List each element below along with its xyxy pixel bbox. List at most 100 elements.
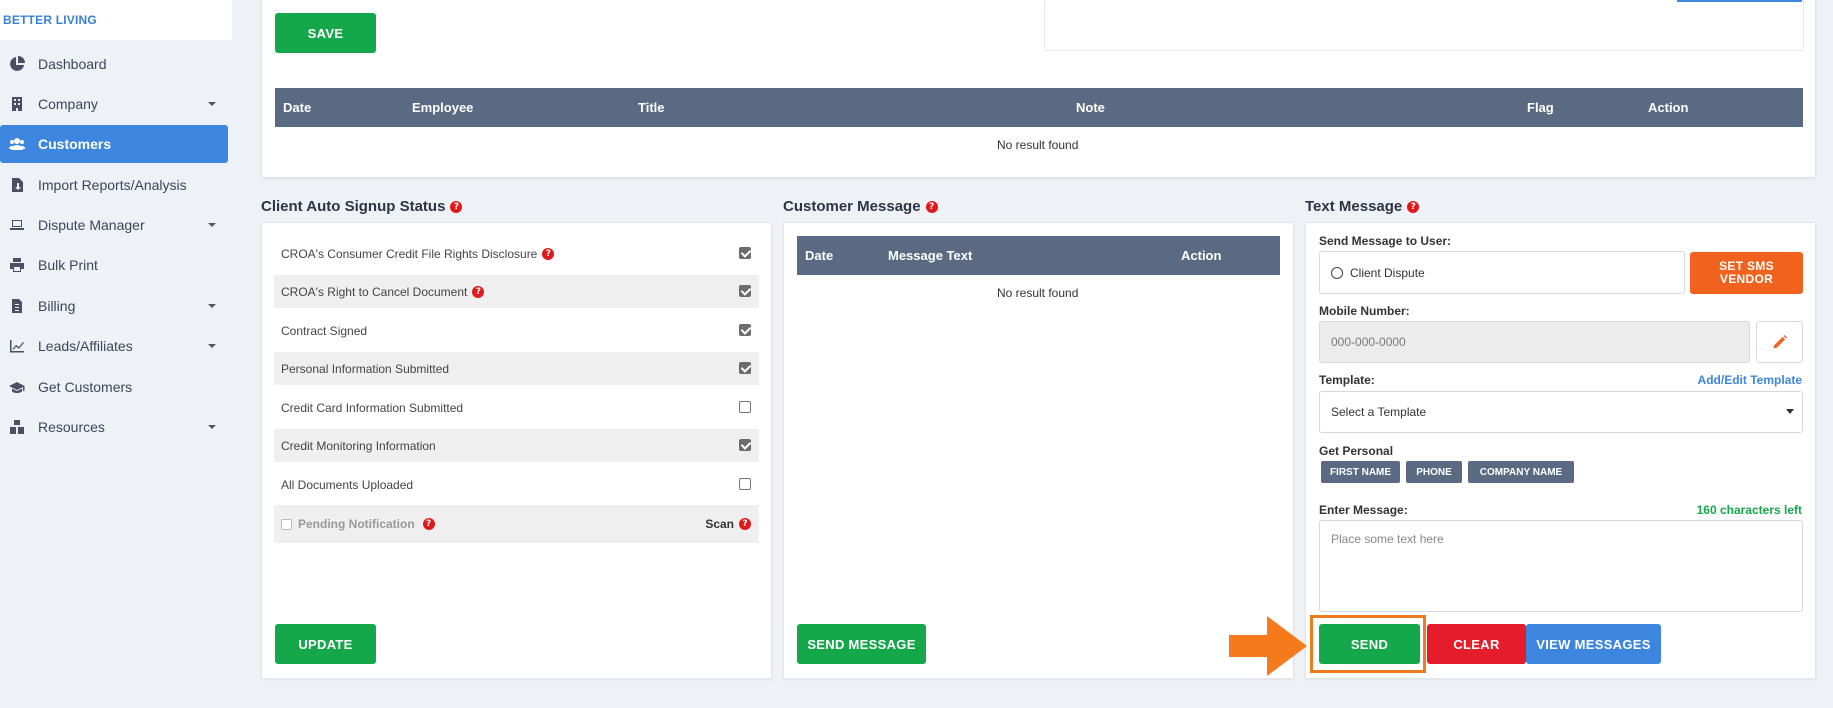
- message-table-header: Date Message Text Action: [797, 236, 1280, 275]
- status-label: Contract Signed: [281, 323, 368, 338]
- customer-message-panel: Date Message Text Action No result found…: [783, 222, 1294, 679]
- status-checkbox[interactable]: [739, 362, 751, 374]
- column-title: Title: [638, 100, 665, 115]
- status-row: CROA's Right to Cancel Document?: [274, 275, 759, 308]
- sidebar-item-label: Billing: [38, 298, 76, 314]
- sidebar-item-resources[interactable]: Resources: [0, 408, 228, 446]
- message-empty-text: No result found: [997, 286, 1079, 300]
- help-icon[interactable]: ?: [542, 247, 555, 260]
- pencil-icon: [1773, 335, 1787, 348]
- line-chart-icon: [8, 337, 26, 355]
- send-message-button[interactable]: SEND MESSAGE: [797, 624, 926, 664]
- clear-button[interactable]: CLEAR: [1427, 624, 1526, 664]
- column-action: Action: [1648, 100, 1689, 115]
- template-label: Template:: [1319, 373, 1375, 387]
- brand-logo[interactable]: BETTER LIVING: [0, 0, 232, 40]
- status-row: Personal Information Submitted: [274, 352, 759, 385]
- sidebar-item-bulk-print[interactable]: Bulk Print: [0, 246, 228, 284]
- text-message-title-text: Text Message: [1305, 198, 1403, 215]
- help-icon[interactable]: ?: [450, 200, 463, 213]
- column-note: Note: [1076, 100, 1105, 115]
- column-date: Date: [283, 100, 312, 115]
- sidebar-item-import-reports[interactable]: Import Reports/Analysis: [0, 166, 228, 204]
- signup-status-title-text: Client Auto Signup Status: [261, 198, 446, 215]
- column-flag: Flag: [1527, 100, 1554, 115]
- sidebar-item-company[interactable]: Company: [0, 85, 228, 123]
- pending-notification-checkbox[interactable]: [281, 518, 292, 530]
- enter-message-label: Enter Message:: [1319, 503, 1408, 517]
- help-icon[interactable]: ?: [472, 285, 485, 298]
- status-checkbox[interactable]: [739, 478, 751, 490]
- sidebar-item-dispute-manager[interactable]: Dispute Manager: [0, 206, 228, 244]
- sidebar-item-label: Dispute Manager: [38, 217, 145, 233]
- sidebar-item-leads-affiliates[interactable]: Leads/Affiliates: [0, 327, 228, 365]
- message-textarea[interactable]: Place some text here: [1319, 520, 1803, 612]
- view-messages-button[interactable]: VIEW MESSAGES: [1526, 624, 1661, 664]
- help-icon[interactable]: ?: [1407, 200, 1420, 213]
- notes-table-header: Date Employee Title Note Flag Action: [275, 88, 1803, 127]
- status-row: CROA's Consumer Credit File Rights Discl…: [274, 237, 759, 270]
- template-select[interactable]: Select a Template: [1319, 391, 1803, 433]
- tag-first-name[interactable]: FIRST NAME: [1321, 461, 1400, 483]
- sidebar-item-billing[interactable]: Billing: [0, 287, 228, 325]
- tag-phone[interactable]: PHONE: [1406, 461, 1462, 483]
- update-button[interactable]: UPDATE: [275, 624, 376, 664]
- tag-company-name[interactable]: COMPANY NAME: [1468, 461, 1574, 483]
- column-employee: Employee: [412, 100, 474, 115]
- status-label: CROA's Right to Cancel Document: [281, 284, 468, 299]
- sidebar-item-label: Dashboard: [38, 56, 107, 72]
- status-checkbox[interactable]: [739, 439, 751, 451]
- add-edit-template-link[interactable]: Add/Edit Template: [1698, 373, 1802, 387]
- mobile-number-field[interactable]: 000-000-0000: [1319, 321, 1750, 363]
- chevron-down-icon: [1786, 409, 1794, 414]
- status-label: Personal Information Submitted: [281, 361, 450, 376]
- notes-editor[interactable]: [1044, 0, 1804, 51]
- sidebar-item-label: Import Reports/Analysis: [38, 177, 187, 193]
- status-checkbox[interactable]: [739, 324, 751, 336]
- send-to-user-field[interactable]: Client Dispute: [1319, 251, 1685, 294]
- user-circle-icon: [1331, 266, 1343, 279]
- scan-link[interactable]: Scan?: [705, 517, 751, 531]
- status-checkbox[interactable]: [739, 247, 751, 259]
- text-message-panel: Send Message to User: Client Dispute SET…: [1305, 222, 1816, 679]
- status-row: Credit Monitoring Information: [274, 429, 759, 462]
- sidebar-item-customers[interactable]: Customers: [0, 125, 228, 163]
- customer-message-title-text: Customer Message: [783, 198, 921, 215]
- notes-empty-text: No result found: [997, 138, 1079, 152]
- users-icon: [8, 135, 26, 153]
- sidebar-item-get-customers[interactable]: Get Customers: [0, 368, 228, 406]
- arrow-right-icon: [1229, 616, 1307, 676]
- sidebar: BETTER LIVING Dashboard Company Customer…: [0, 0, 247, 708]
- status-label: CROA's Consumer Credit File Rights Discl…: [281, 246, 538, 261]
- sidebar-item-dashboard[interactable]: Dashboard: [0, 45, 228, 83]
- save-button[interactable]: SAVE: [275, 13, 376, 53]
- printer-icon: [8, 256, 26, 274]
- send-to-label: Send Message to User:: [1319, 234, 1452, 248]
- help-icon[interactable]: ?: [925, 200, 938, 213]
- scan-label: Scan: [705, 517, 734, 531]
- status-row: Contract Signed: [274, 314, 759, 347]
- sidebar-item-label: Resources: [38, 419, 105, 435]
- edit-mobile-button[interactable]: [1756, 321, 1803, 363]
- pie-chart-icon: [8, 55, 26, 73]
- status-label: All Documents Uploaded: [281, 477, 414, 492]
- graduation-cap-icon: [8, 378, 26, 396]
- status-checkbox[interactable]: [739, 285, 751, 297]
- characters-left: 160 characters left: [1696, 503, 1802, 517]
- sidebar-item-label: Get Customers: [38, 379, 133, 395]
- column-action: Action: [1181, 248, 1222, 263]
- file-import-icon: [8, 176, 26, 194]
- status-row: Credit Card Information Submitted: [274, 391, 759, 424]
- status-label: Credit Monitoring Information: [281, 438, 436, 453]
- get-personal-label: Get Personal: [1319, 444, 1394, 458]
- chevron-down-icon: [208, 344, 216, 348]
- set-sms-vendor-button[interactable]: SET SMS VENDOR: [1690, 252, 1803, 294]
- column-date: Date: [805, 248, 834, 263]
- send-highlight-box: [1310, 615, 1426, 673]
- help-icon[interactable]: ?: [739, 518, 751, 530]
- sidebar-item-label: Leads/Affiliates: [38, 338, 133, 354]
- chevron-down-icon: [208, 425, 216, 429]
- editor-accent: [1677, 0, 1802, 2]
- status-checkbox[interactable]: [739, 401, 751, 413]
- help-icon[interactable]: ?: [422, 518, 435, 530]
